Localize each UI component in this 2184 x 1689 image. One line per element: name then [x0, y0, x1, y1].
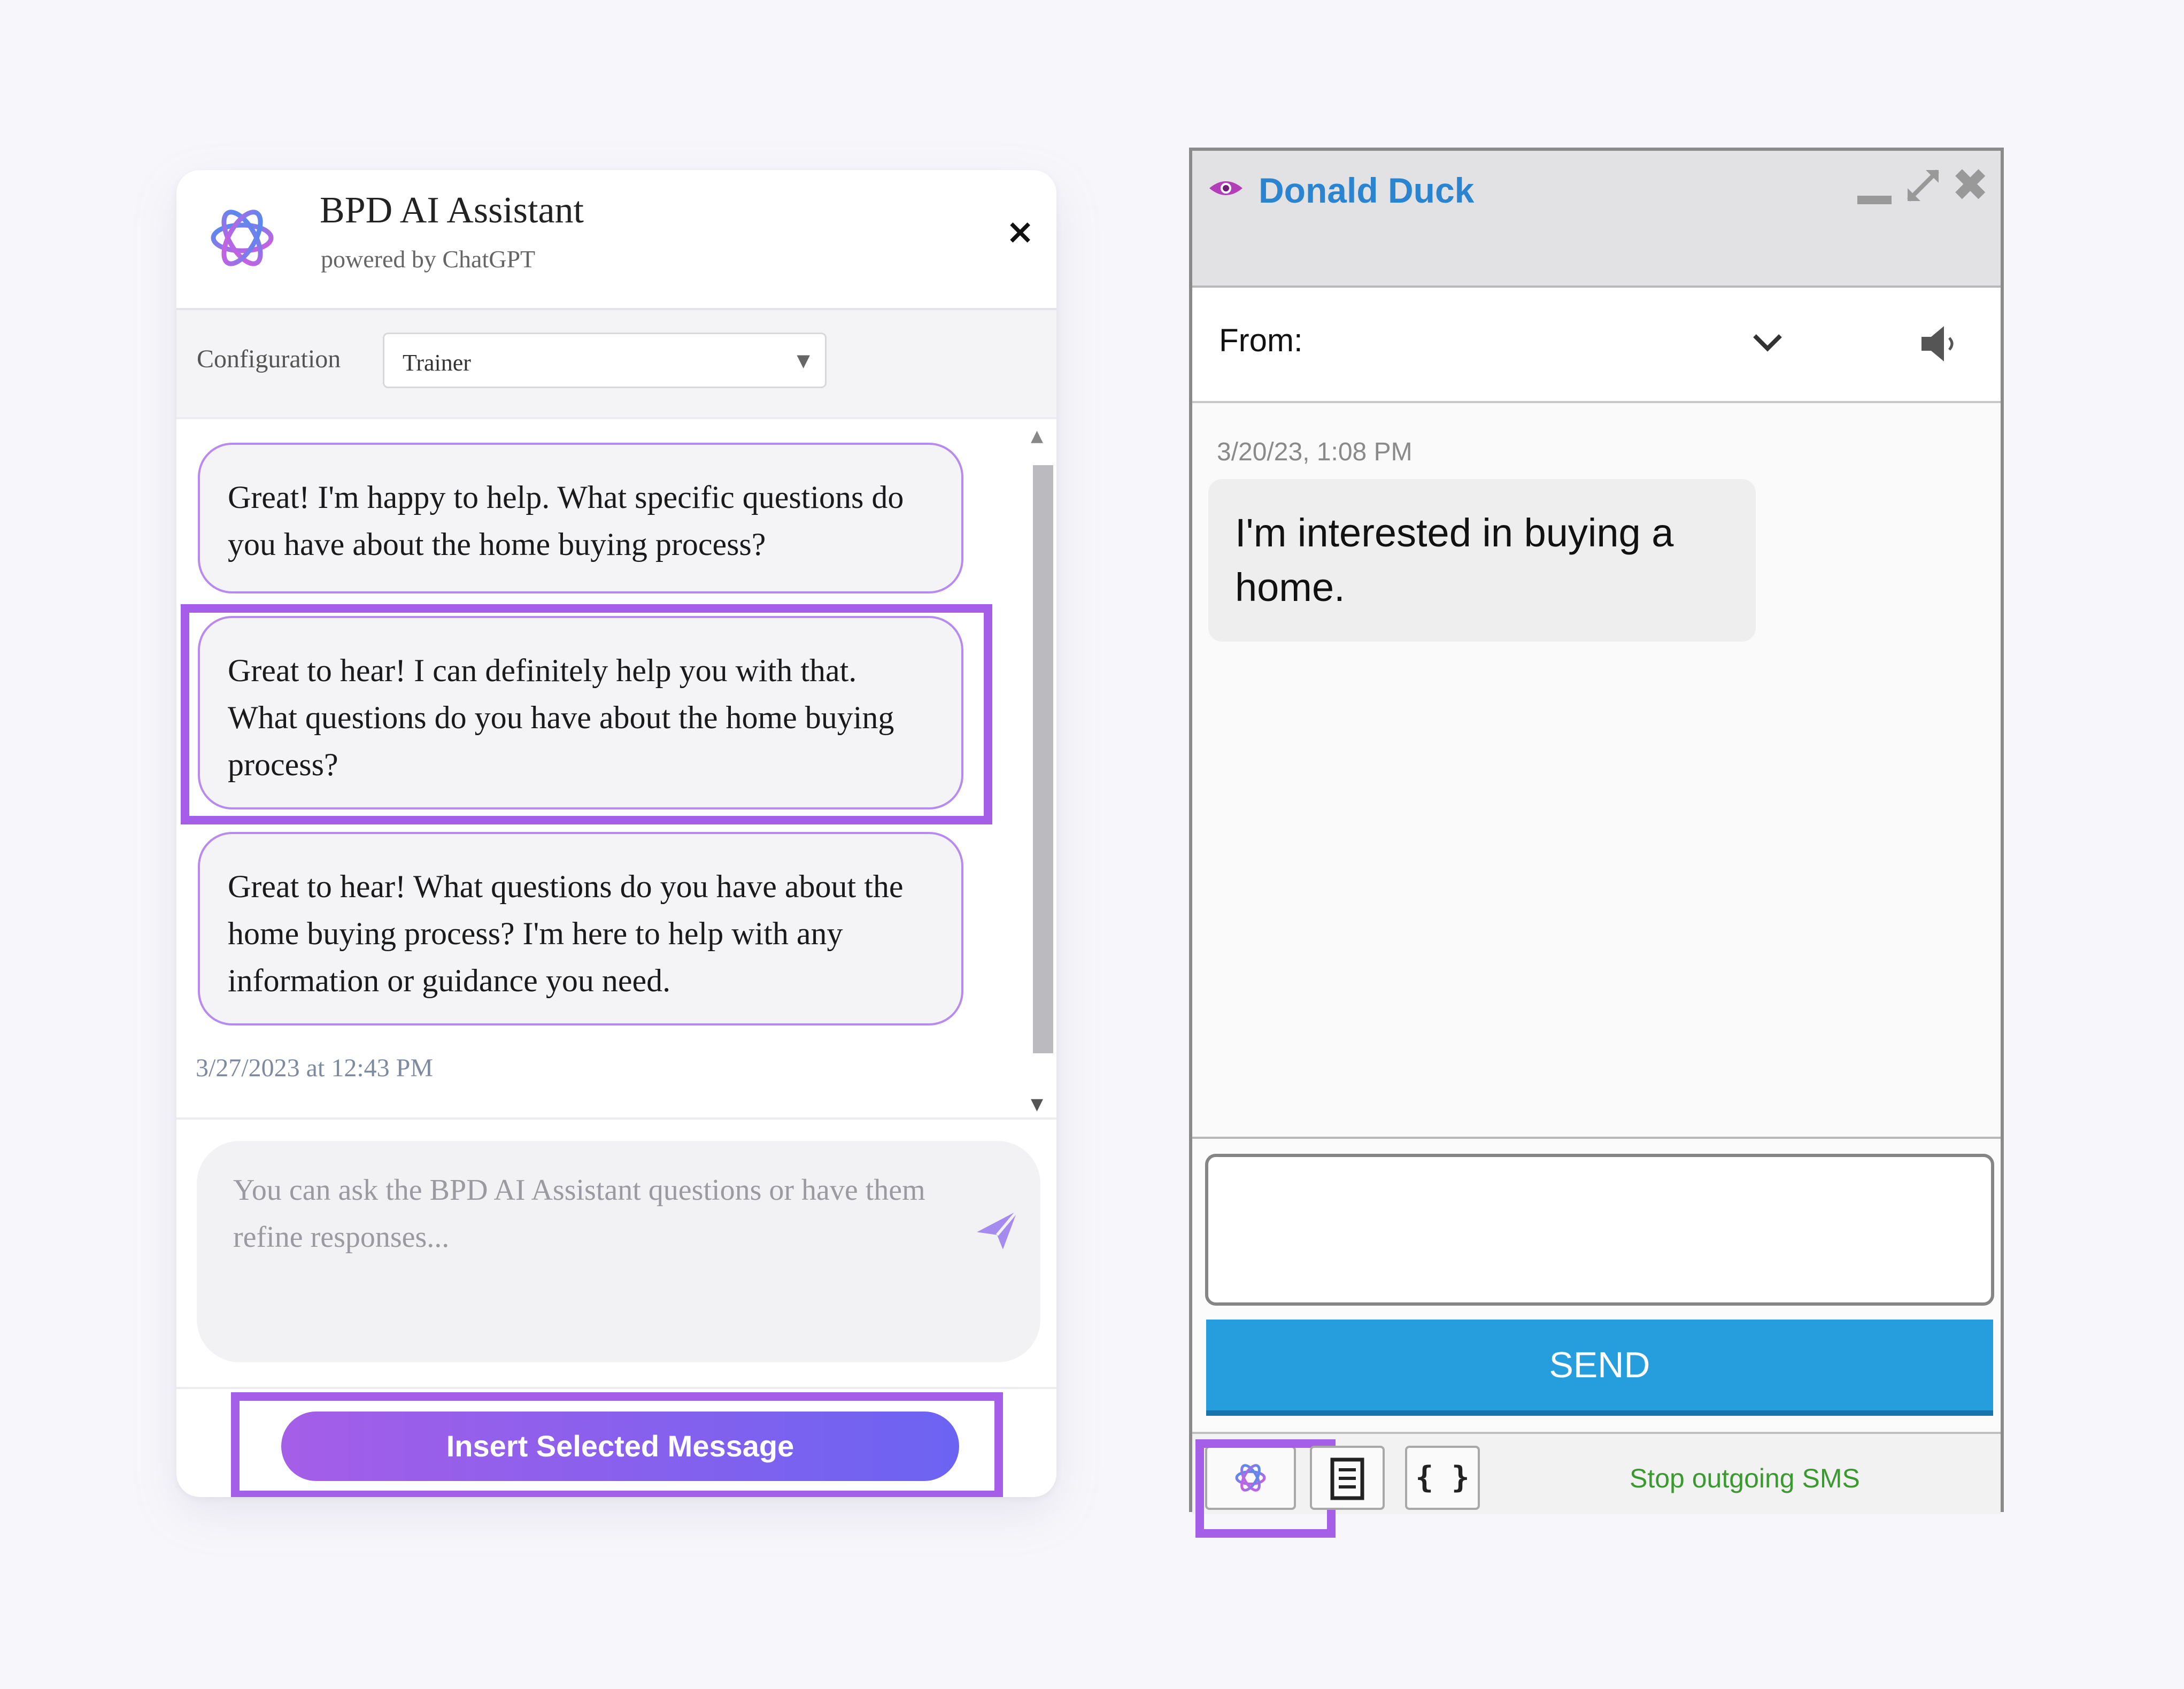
ai-assistant-button[interactable]	[1195, 1439, 1336, 1538]
stop-outgoing-sms-link[interactable]: Stop outgoing SMS	[1630, 1463, 1860, 1494]
dropdown-arrow-icon: ▼	[797, 350, 810, 371]
document-icon	[1330, 1457, 1364, 1500]
openai-logo-icon	[211, 210, 274, 266]
configuration-row: Configuration Trainer ▼	[176, 310, 1056, 419]
message-timestamp: 3/27/2023 at 12:43 PM	[196, 1054, 434, 1082]
scrollbar[interactable]: ▲ ▼	[1029, 427, 1053, 1116]
insert-selected-message-button[interactable]: Insert Selected Message	[281, 1412, 959, 1481]
close-icon[interactable]: ×	[1003, 215, 1037, 249]
incoming-message: I'm interested in buying a home.	[1208, 479, 1756, 642]
configuration-select[interactable]: Trainer ▼	[383, 333, 827, 388]
speaker-icon[interactable]	[1916, 320, 1964, 368]
response-message[interactable]: Great to hear! What questions do you hav…	[198, 832, 963, 1025]
expand-icon[interactable]	[1904, 167, 1942, 204]
configuration-label: Configuration	[197, 345, 341, 373]
contact-name[interactable]: Donald Duck	[1259, 170, 1474, 211]
assistant-title: BPD AI Assistant	[320, 190, 584, 231]
response-message-selected[interactable]: Great to hear! I can definitely help you…	[198, 616, 963, 809]
configuration-value: Trainer	[403, 350, 471, 376]
from-label: From:	[1219, 322, 1303, 358]
ai-panel-header: BPD AI Assistant powered by ChatGPT ×	[176, 170, 1056, 310]
eye-icon	[1209, 181, 1243, 195]
send-icon[interactable]	[973, 1205, 1021, 1253]
sms-toolbar: { } Stop outgoing SMS	[1192, 1432, 2001, 1538]
scroll-up-icon[interactable]: ▲	[1031, 427, 1043, 445]
assistant-subtitle: powered by ChatGPT	[321, 245, 536, 273]
scrollbar-thumb[interactable]	[1033, 465, 1053, 1053]
sms-conversation-panel: Donald Duck ✖ From: 3/20/23, 1:08 PM I'm…	[1189, 148, 2004, 1538]
close-icon[interactable]: ✖	[1951, 163, 1989, 207]
send-button[interactable]: SEND	[1206, 1320, 1993, 1416]
template-button[interactable]	[1310, 1446, 1385, 1510]
code-braces-icon[interactable]: { }	[1405, 1446, 1480, 1510]
prompt-section: You can ask the BPD AI Assistant questio…	[176, 1117, 1056, 1387]
ai-panel-footer: Insert Selected Message	[176, 1387, 1056, 1497]
sms-header: Donald Duck ✖	[1192, 151, 2001, 288]
compose-textarea[interactable]	[1205, 1154, 1994, 1306]
response-message[interactable]: Great! I'm happy to help. What specific …	[198, 443, 963, 593]
ai-assistant-panel: BPD AI Assistant powered by ChatGPT × Co…	[176, 170, 1056, 1497]
from-row: From:	[1192, 288, 2001, 403]
message-timestamp: 3/20/23, 1:08 PM	[1217, 438, 1413, 466]
message-history: 3/20/23, 1:08 PM I'm interested in buyin…	[1192, 403, 2001, 1139]
prompt-input[interactable]: You can ask the BPD AI Assistant questio…	[197, 1141, 1040, 1362]
prompt-placeholder: You can ask the BPD AI Assistant questio…	[233, 1174, 925, 1254]
minimize-icon[interactable]	[1857, 196, 1892, 204]
chevron-down-icon[interactable]	[1751, 331, 1784, 353]
scroll-down-icon[interactable]: ▼	[1031, 1095, 1043, 1114]
